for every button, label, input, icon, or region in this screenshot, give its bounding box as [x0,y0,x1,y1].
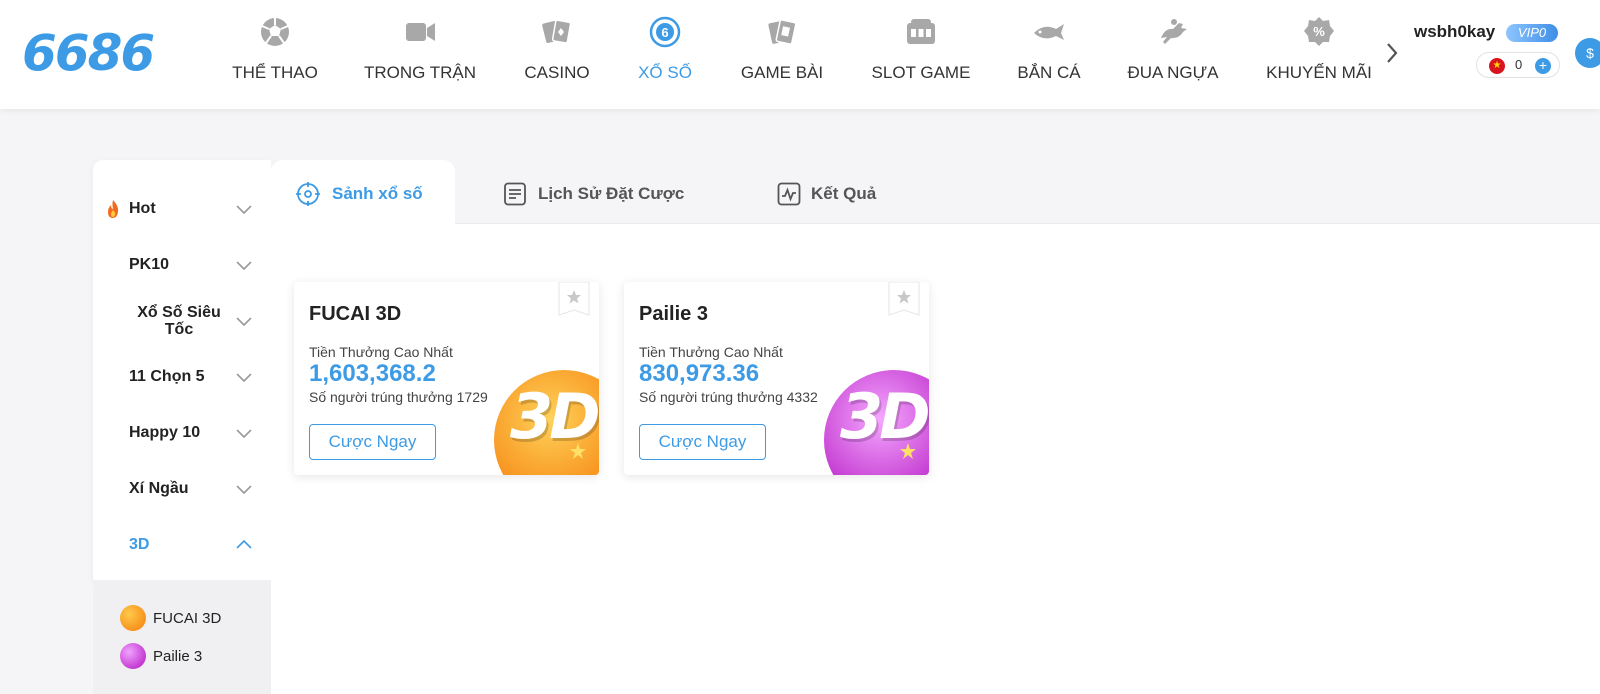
tab-lich-su-dat-cuoc[interactable]: Lịch Sử Đặt Cược [493,160,693,224]
prize-amount: 830,973.36 [639,360,760,387]
sidebar-subitem-pailie-3[interactable]: Pailie 3 [120,643,260,669]
chart-line-icon [777,182,801,206]
document-list-icon [504,182,526,206]
svg-text:%: % [1313,24,1325,39]
vietnam-flag-icon: ★ [1489,58,1505,74]
vip-badge[interactable]: VIP0 [1506,24,1558,42]
tab-label: Sảnh xổ số [332,184,423,203]
sidebar-subitem-label: FUCAI 3D [153,610,222,627]
percent-badge-icon: % [1304,17,1334,46]
site-logo[interactable]: 6686 [22,24,155,82]
favorite-star-icon[interactable] [558,282,590,318]
game-card-pailie-3[interactable]: Pailie 3 Tiền Thưởng Cao Nhất 830,973.36… [624,282,929,475]
sidebar-item-label: 3D [129,536,150,553]
svg-text:6: 6 [661,25,668,40]
sidebar-item-label: PK10 [129,256,170,273]
prize-amount: 1,603,368.2 [309,360,436,387]
deposit-plus-icon[interactable]: + [1535,58,1551,74]
chevron-down-icon [236,261,252,271]
nav-label: CASINO [524,63,590,82]
top-header: 6686 THỂ THAO TRONG TRẬN CASINO 6 XỔ SỐ … [0,0,1600,109]
winners-count: Số người trúng thưởng 1729 [309,389,488,405]
bet-now-button[interactable]: Cược Ngay [309,424,436,460]
bet-now-button[interactable]: Cược Ngay [639,424,766,460]
sidebar-subitem-fucai-3d[interactable]: FUCAI 3D [120,605,260,631]
favorite-star-icon[interactable] [888,282,920,318]
nav-item-trong-tran[interactable]: TRONG TRẬN [361,0,479,109]
sidebar-item-pk10[interactable]: PK10 [93,238,271,294]
nav-label: TRONG TRẬN [363,63,477,82]
fucai-3d-icon [120,605,146,631]
sidebar-submenu-3d: FUCAI 3D Pailie 3 [93,580,271,694]
sidebar-item-label: Xổ Số Siêu Tốc [137,304,221,338]
chevron-down-icon [236,317,252,327]
target-icon [296,182,320,206]
nav-label: THỂ THAO [232,63,318,82]
nav-item-dua-ngua[interactable]: ĐUA NGỰA [1124,0,1222,109]
main-nav: THỂ THAO TRONG TRẬN CASINO 6 XỔ SỐ GAME … [215,0,1371,109]
playing-cards-icon [542,19,572,44]
chevron-down-icon [236,205,252,215]
sidebar-item-11-chon-5[interactable]: 11 Chọn 5 [93,350,271,406]
nav-label: XỔ SỐ [638,63,692,82]
video-camera-icon [406,23,435,41]
sidebar-item-happy-10[interactable]: Happy 10 [93,406,271,462]
tab-label: Lịch Sử Đặt Cược [538,184,685,203]
username[interactable]: wsbh0kay [1414,22,1495,42]
tab-label: Kết Quả [811,184,877,203]
star-decoration-icon [570,443,586,459]
chevron-up-icon [236,539,252,549]
lottery-ball-icon: 6 [649,16,681,48]
prize-label: Tiền Thưởng Cao Nhất [309,344,453,360]
chevron-right-icon[interactable] [1382,40,1402,66]
fire-icon [108,200,119,218]
star-decoration-icon [900,443,916,459]
sidebar-item-label: 11 Chọn 5 [129,368,205,385]
soccer-ball-icon [261,18,289,46]
nav-label: ĐUA NGỰA [1127,63,1219,82]
slot-machine-icon [907,19,935,44]
lottery-category-sidebar: Hot PK10 Xổ Số Siêu Tốc 11 Chọn 5 Happy … [93,160,271,580]
money-bag-icon[interactable]: $ [1575,38,1600,68]
sidebar-item-label: Hot [129,200,156,217]
sidebar-item-3d[interactable]: 3D [93,518,271,574]
horse-racing-icon [1161,19,1187,44]
nav-label: BẮN CÁ [1017,63,1081,82]
sidebar-item-hot[interactable]: Hot [93,182,271,238]
nav-label: SLOT GAME [871,63,971,82]
tab-sanh-xo-so[interactable]: Sảnh xổ số [271,160,455,224]
nav-item-xo-so[interactable]: 6 XỔ SỐ [635,0,695,109]
chevron-down-icon [236,485,252,495]
nav-label: GAME BÀI [740,63,824,82]
nav-item-casino[interactable]: CASINO [521,0,593,109]
sidebar-subitem-label: Pailie 3 [153,648,203,665]
sidebar-item-label: Xí Ngầu [129,480,189,497]
balance-box: ★ 0 + [1476,52,1560,78]
tab-ket-qua[interactable]: Kết Quả [756,160,876,224]
nav-label: KHUYẾN MÃI [1266,63,1371,82]
nav-item-ban-ca[interactable]: BẮN CÁ [1014,0,1084,109]
sidebar-item-xo-so-sieu-toc[interactable]: Xổ Số Siêu Tốc [93,294,271,350]
card-title: FUCAI 3D [309,303,402,325]
card-title: Pailie 3 [639,303,708,325]
nav-item-game-bai[interactable]: GAME BÀI [738,0,826,109]
fish-icon [1034,24,1064,40]
chevron-down-icon [236,373,252,383]
game-card-fucai-3d[interactable]: FUCAI 3D Tiền Thưởng Cao Nhất 1,603,368.… [294,282,599,475]
prize-label: Tiền Thưởng Cao Nhất [639,344,783,360]
card-game-icon [768,19,797,45]
nav-item-slot-game[interactable]: SLOT GAME [869,0,973,109]
sidebar-item-xi-ngau[interactable]: Xí Ngầu [93,462,271,518]
nav-item-the-thao[interactable]: THỂ THAO [232,0,318,109]
pailie-3-icon [120,643,146,669]
sidebar-item-label: Happy 10 [129,424,201,441]
balance-value: 0 [1515,57,1523,72]
winners-count: Số người trúng thưởng 4332 [639,389,818,405]
chevron-down-icon [236,429,252,439]
tab-bar: Sảnh xổ số Lịch Sử Đặt Cược Kết Quả [271,160,1600,224]
nav-item-khuyen-mai[interactable]: % KHUYẾN MÃI [1264,0,1371,109]
